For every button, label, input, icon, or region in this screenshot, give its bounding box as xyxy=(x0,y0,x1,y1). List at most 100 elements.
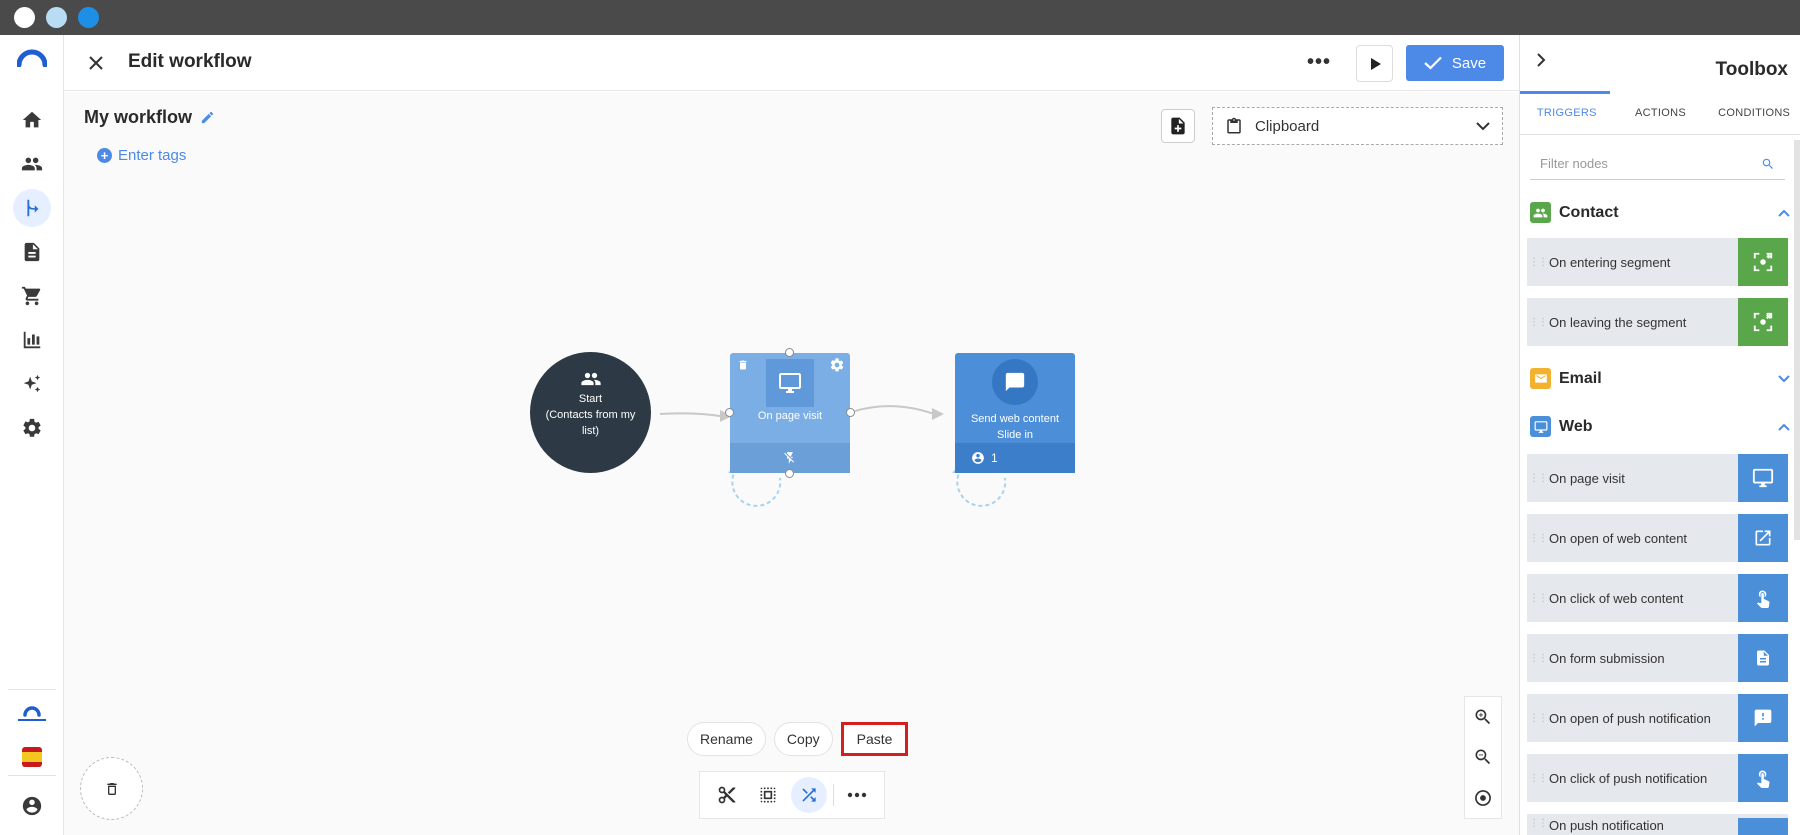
delete-icon[interactable] xyxy=(737,358,749,372)
action-node-label: Send web content Slide in xyxy=(955,411,1075,443)
flash-off-icon[interactable] xyxy=(783,451,797,465)
collapse-chevron-right-icon[interactable] xyxy=(1534,52,1548,68)
more-options-button[interactable]: ••• xyxy=(1307,51,1331,74)
select-all-icon[interactable] xyxy=(750,777,786,813)
zoom-controls xyxy=(1464,696,1502,819)
toolbox-item-on-entering-segment[interactable]: ⋮⋮ On entering segment xyxy=(1527,238,1788,286)
user-account-icon[interactable] xyxy=(13,787,51,825)
play-icon xyxy=(1370,57,1381,70)
top-port-handle[interactable] xyxy=(785,348,794,357)
contacts-icon xyxy=(1530,202,1551,223)
section-web[interactable]: Web xyxy=(1530,416,1790,437)
drag-handle-icon[interactable]: ⋮⋮ xyxy=(1527,773,1549,784)
chat-bubble-icon-tile xyxy=(992,359,1038,405)
toolbox-item-on-open-push-notification[interactable]: ⋮⋮ On open of push notification xyxy=(1527,694,1788,742)
search-icon xyxy=(1762,158,1773,169)
open-in-new-icon xyxy=(1738,514,1788,562)
tab-actions[interactable]: ACTIONS xyxy=(1614,91,1708,134)
contact-count: 1 xyxy=(991,451,998,465)
toolbox-item-on-open-web-content[interactable]: ⋮⋮ On open of web content xyxy=(1527,514,1788,562)
app-logo-icon[interactable] xyxy=(16,49,48,72)
section-email[interactable]: Email xyxy=(1530,368,1790,389)
drag-handle-icon[interactable]: ⋮⋮ xyxy=(1527,713,1549,724)
trigger-node-page-visit[interactable]: On page visit xyxy=(725,348,855,478)
window-close-dot[interactable] xyxy=(14,7,35,28)
action-node-send-web-content[interactable]: Send web content Slide in 1 xyxy=(955,353,1075,473)
window-maximize-dot[interactable] xyxy=(78,7,99,28)
workflow-canvas[interactable]: My workflow + Enter tags Clipboard Start… xyxy=(64,92,1519,835)
feedback-icon xyxy=(1738,694,1788,742)
nav-analytics-icon[interactable] xyxy=(13,321,51,359)
output-port-handle[interactable] xyxy=(846,408,855,417)
zoom-in-icon[interactable] xyxy=(1473,707,1493,727)
nav-documents-icon[interactable] xyxy=(13,233,51,271)
tab-triggers[interactable]: TRIGGERS xyxy=(1520,91,1614,134)
action-node-footer: 1 xyxy=(955,443,1075,473)
save-button[interactable]: Save xyxy=(1406,45,1504,81)
drag-handle-icon[interactable]: ⋮⋮ xyxy=(1527,533,1549,544)
trash-drop-zone[interactable] xyxy=(80,757,143,820)
nav-settings-gear-icon[interactable] xyxy=(13,409,51,447)
check-icon xyxy=(1424,56,1442,70)
play-button[interactable] xyxy=(1356,45,1393,82)
chat-bubble-icon xyxy=(1005,372,1025,392)
toolbox-item-label: On page visit xyxy=(1549,470,1625,486)
window-titlebar xyxy=(0,0,1800,35)
cut-scissors-icon[interactable] xyxy=(709,777,745,813)
tab-conditions[interactable]: CONDITIONS xyxy=(1707,91,1800,134)
toolbox-item-label: On leaving the segment xyxy=(1549,314,1687,330)
more-horizontal-icon[interactable] xyxy=(839,777,875,813)
section-contact[interactable]: Contact xyxy=(1530,202,1790,223)
connectif-brand-icon[interactable] xyxy=(14,703,50,728)
shuffle-icon[interactable] xyxy=(791,777,828,813)
drag-handle-icon[interactable]: ⋮⋮ xyxy=(1527,473,1549,484)
node-settings-gear-icon[interactable] xyxy=(829,357,845,373)
nav-workflows-icon[interactable] xyxy=(13,189,51,227)
bottom-port-handle[interactable] xyxy=(785,469,794,478)
touch-click-icon xyxy=(1738,754,1788,802)
copy-button[interactable]: Copy xyxy=(773,722,833,756)
drag-handle-icon[interactable]: ⋮⋮ xyxy=(1527,818,1549,829)
node-context-menu: Rename Copy Paste xyxy=(687,722,909,756)
drag-handle-icon[interactable]: ⋮⋮ xyxy=(1527,257,1549,268)
group-add-icon xyxy=(580,372,601,386)
input-port-handle[interactable] xyxy=(725,408,734,417)
drag-handle-icon[interactable]: ⋮⋮ xyxy=(1527,317,1549,328)
save-button-label: Save xyxy=(1451,54,1487,72)
toolbox-item-on-push-notification[interactable]: ⋮⋮ On push notification xyxy=(1527,814,1788,835)
close-icon[interactable] xyxy=(84,51,108,75)
toolbox-scrollbar[interactable] xyxy=(1794,140,1800,540)
toolbox-item-on-form-submission[interactable]: ⋮⋮ On form submission xyxy=(1527,634,1788,682)
center-focus-icon[interactable] xyxy=(1473,788,1493,808)
drag-handle-icon[interactable]: ⋮⋮ xyxy=(1527,593,1549,604)
toolbox-item-on-page-visit[interactable]: ⋮⋮ On page visit xyxy=(1527,454,1788,502)
toolbox-item-on-leaving-segment[interactable]: ⋮⋮ On leaving the segment xyxy=(1527,298,1788,346)
nav-home-icon[interactable] xyxy=(13,101,51,139)
toolbox-item-label: On open of web content xyxy=(1549,530,1688,546)
toolbox-item-label: On entering segment xyxy=(1549,254,1671,270)
window-minimize-dot[interactable] xyxy=(46,7,67,28)
zoom-out-icon[interactable] xyxy=(1473,747,1493,767)
nav-contacts-icon[interactable] xyxy=(13,145,51,183)
touch-click-icon xyxy=(1738,574,1788,622)
rename-button[interactable]: Rename xyxy=(687,722,766,756)
chevron-down-icon xyxy=(1476,122,1490,131)
monitor-icon xyxy=(1738,454,1788,502)
nav-cart-icon[interactable] xyxy=(13,277,51,315)
chevron-up-icon xyxy=(1778,423,1790,431)
filter-nodes-input[interactable]: Filter nodes xyxy=(1530,148,1785,180)
start-node-line1: Start xyxy=(578,393,603,405)
start-node[interactable]: Start (Contacts from my list) xyxy=(530,352,651,473)
toolbox-title: Toolbox xyxy=(1715,59,1788,80)
drag-handle-icon[interactable]: ⋮⋮ xyxy=(1527,653,1549,664)
spain-flag-icon[interactable] xyxy=(22,747,42,767)
monitor-icon xyxy=(1530,416,1551,437)
paste-button[interactable]: Paste xyxy=(840,722,909,756)
toolbox-item-on-click-web-content[interactable]: ⋮⋮ On click of web content xyxy=(1527,574,1788,622)
toolbox-item-on-click-push-notification[interactable]: ⋮⋮ On click of push notification xyxy=(1527,754,1788,802)
monitor-icon-tile xyxy=(766,359,814,407)
nav-ai-sparkle-icon[interactable] xyxy=(13,365,51,403)
toolbox-item-label: On click of web content xyxy=(1549,590,1684,606)
toolbox-item-label: On form submission xyxy=(1549,650,1665,666)
email-icon xyxy=(1530,368,1551,389)
